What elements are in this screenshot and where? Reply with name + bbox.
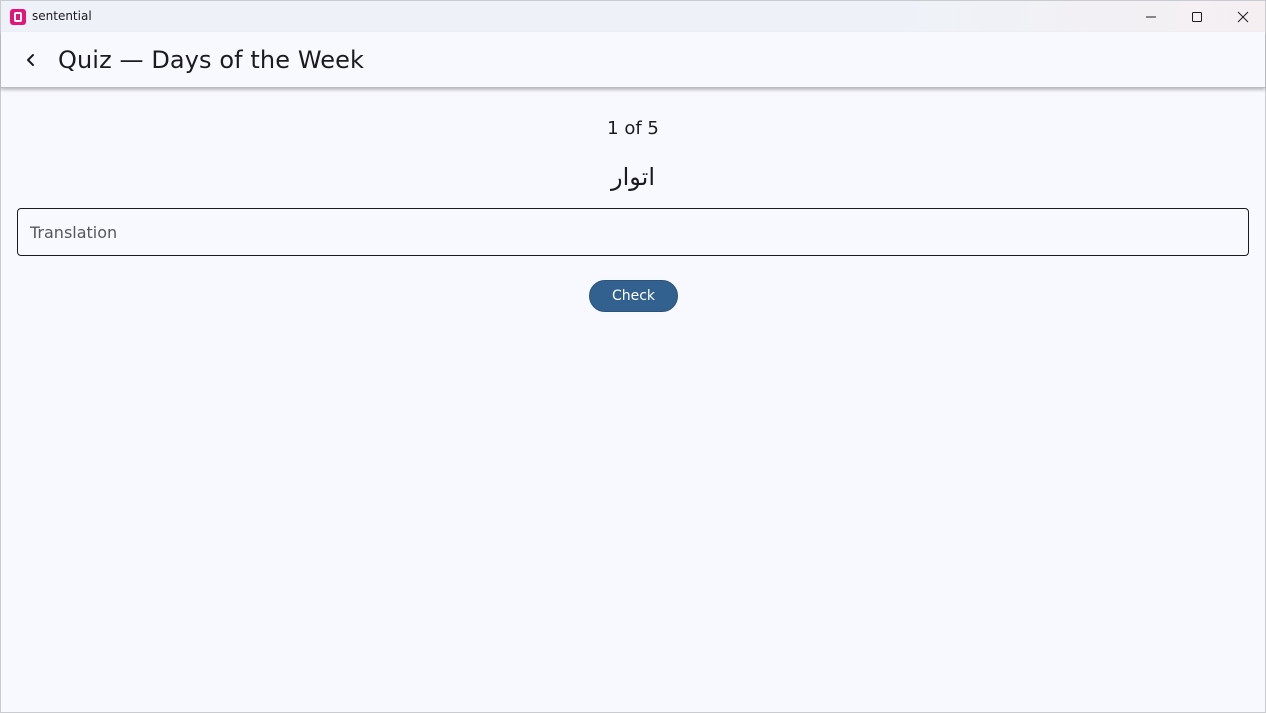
check-button[interactable]: Check [589, 280, 678, 312]
translation-field[interactable] [17, 208, 1249, 256]
close-icon [1237, 11, 1249, 22]
app-bar: Quiz — Days of the Week [1, 32, 1265, 88]
minimize-icon [1146, 16, 1156, 17]
question-progress: 1 of 5 [607, 118, 659, 139]
translation-input[interactable] [18, 209, 1248, 255]
back-button[interactable] [17, 46, 45, 74]
app-logo-icon [10, 9, 26, 25]
app-window: sentential Quiz — Days of the Week 1 of … [0, 0, 1266, 713]
maximize-button[interactable] [1174, 1, 1220, 32]
page-title: Quiz — Days of the Week [58, 46, 364, 74]
title-bar[interactable]: sentential [1, 1, 1265, 32]
minimize-button[interactable] [1128, 1, 1174, 32]
quiz-word: اتوار [610, 163, 655, 191]
chevron-left-icon [27, 54, 34, 66]
close-button[interactable] [1220, 1, 1266, 32]
app-name: sentential [32, 9, 92, 23]
maximize-icon [1192, 11, 1202, 22]
